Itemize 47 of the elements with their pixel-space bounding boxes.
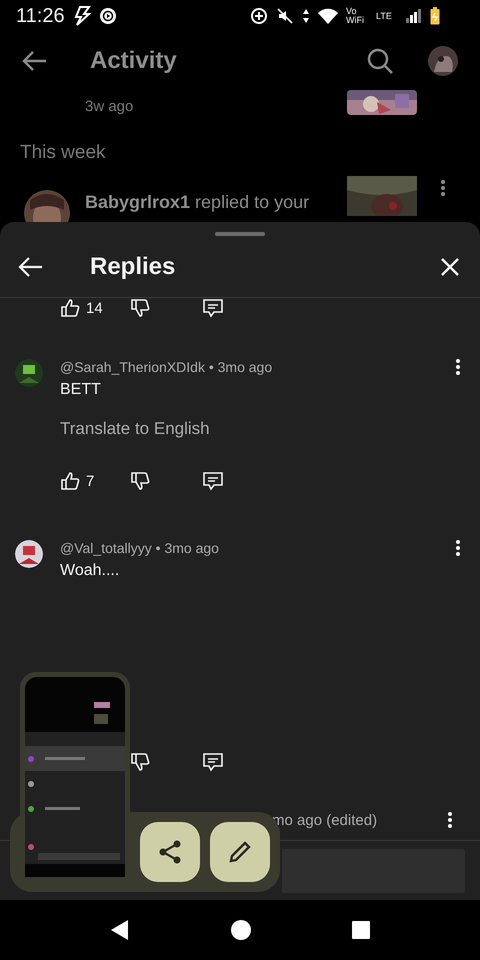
reply-icon[interactable] — [202, 471, 224, 491]
more-icon[interactable] — [456, 359, 460, 375]
network-type: LTE — [376, 12, 393, 20]
share-button[interactable] — [140, 822, 200, 882]
more-icon[interactable] — [448, 812, 452, 828]
section-heading: This week — [19, 141, 107, 165]
drag-handle[interactable] — [215, 232, 265, 236]
edit-button[interactable] — [210, 822, 270, 882]
back-arrow-icon[interactable] — [22, 50, 48, 72]
signal-icon — [406, 9, 422, 23]
dislike-icon[interactable] — [130, 752, 150, 772]
network-label: Vo WiFi — [346, 7, 365, 25]
like-button[interactable]: 7 — [60, 471, 130, 491]
bolt-icon — [72, 6, 91, 26]
data-arrows-icon — [302, 8, 310, 24]
recents-icon[interactable] — [352, 921, 370, 939]
search-icon[interactable] — [366, 47, 394, 75]
plus-circle-icon — [250, 7, 268, 25]
comment-text: Woah.... — [60, 562, 120, 580]
play-circle-icon — [98, 7, 117, 25]
notification-time: 3w ago — [85, 97, 134, 115]
comment-text: BETT — [60, 381, 102, 399]
comment-meta: @Sarah_TherionXDIdk • 3mo ago — [60, 359, 272, 375]
reply-icon[interactable] — [202, 298, 224, 318]
battery-icon — [430, 7, 440, 25]
wifi-icon — [318, 8, 338, 24]
more-icon[interactable] — [456, 540, 460, 556]
comment-meta: @Val_totallyyy • 3mo ago — [60, 540, 219, 556]
dislike-icon[interactable] — [130, 298, 150, 318]
back-icon[interactable] — [110, 919, 130, 941]
sheet-title: Replies — [90, 252, 176, 280]
dislike-icon[interactable] — [130, 471, 150, 491]
reply-icon[interactable] — [202, 752, 224, 772]
pencil-icon — [227, 839, 253, 865]
share-icon — [157, 839, 183, 865]
profile-avatar[interactable] — [428, 46, 458, 76]
notification-text: Babygrlrox1 replied to your — [85, 191, 310, 214]
muted-icon — [276, 7, 294, 25]
clock: 11:26 — [16, 4, 65, 28]
thumbs-up-icon — [60, 298, 80, 318]
close-icon[interactable] — [440, 256, 460, 276]
home-icon[interactable] — [230, 920, 251, 940]
like-button[interactable]: 14 — [60, 298, 130, 318]
more-icon[interactable] — [441, 180, 445, 196]
thumbs-up-icon — [60, 471, 80, 491]
translate-link[interactable]: Translate to English — [60, 419, 460, 439]
page-title: Activity — [90, 47, 177, 75]
